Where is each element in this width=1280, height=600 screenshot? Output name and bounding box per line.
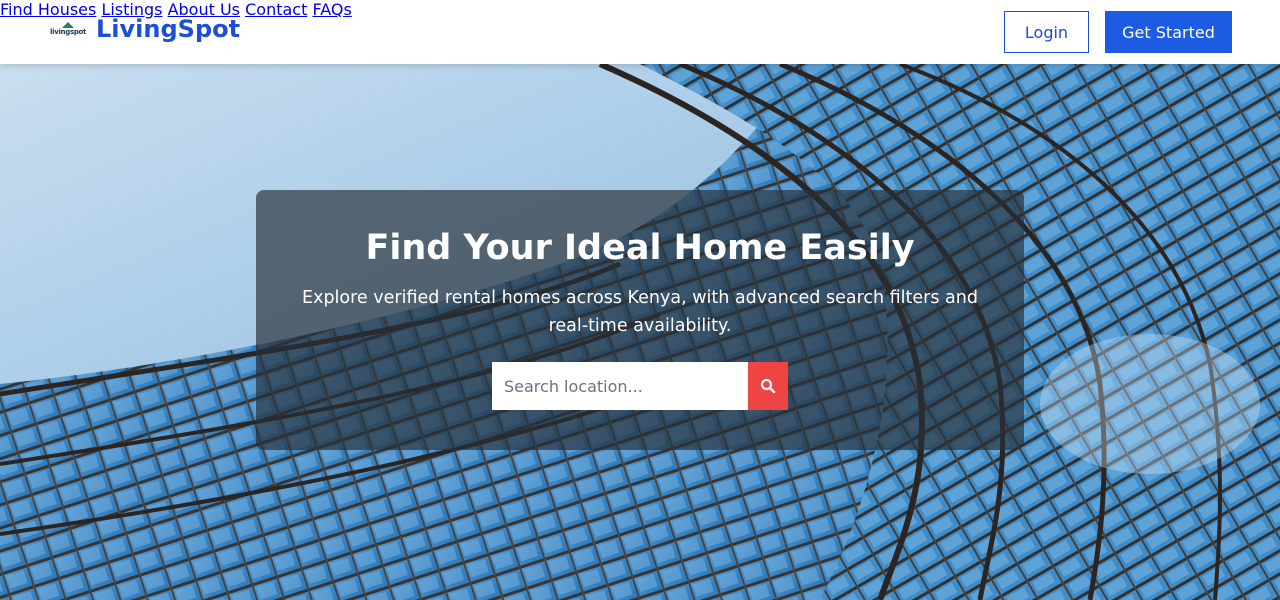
logo-text: livingspot <box>50 28 87 36</box>
search-icon <box>760 378 776 394</box>
nav-faqs[interactable]: FAQs <box>312 0 351 19</box>
site-header: livingspot LivingSpot Find Houses Listin… <box>0 0 1280 64</box>
get-started-button[interactable]: Get Started <box>1105 11 1232 53</box>
hero-subtitle: Explore verified rental homes across Ken… <box>302 288 978 336</box>
brand-name[interactable]: LivingSpot <box>96 15 240 43</box>
location-search-input[interactable] <box>492 362 748 410</box>
nav-find-houses[interactable]: Find Houses <box>0 0 96 19</box>
login-button[interactable]: Login <box>1004 11 1089 53</box>
nav-contact[interactable]: Contact <box>245 0 307 19</box>
hero-card: Find Your Ideal Home Easily Explore veri… <box>256 190 1024 450</box>
logo[interactable]: livingspot <box>50 20 86 42</box>
hero-title: Find Your Ideal Home Easily <box>365 228 915 268</box>
search-button[interactable] <box>748 362 788 410</box>
